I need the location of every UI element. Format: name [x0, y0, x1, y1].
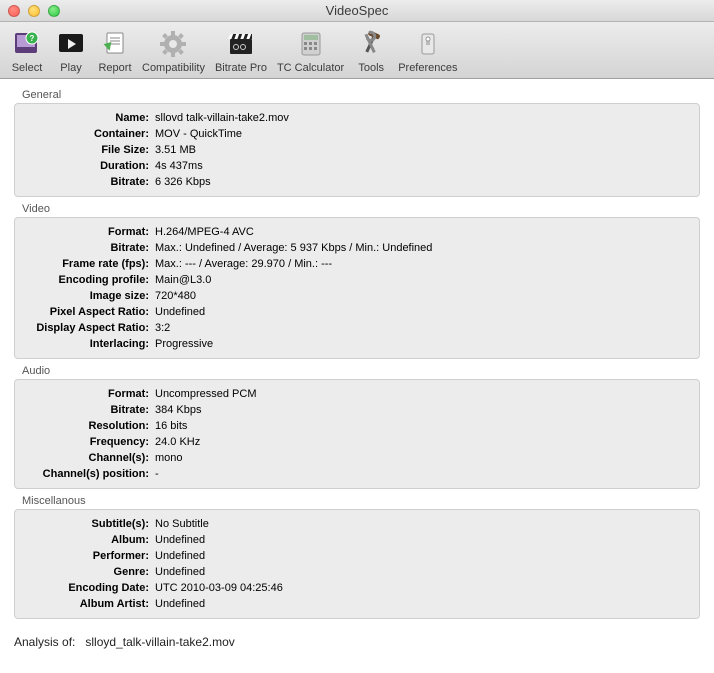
albumartist-label: Album Artist: — [21, 596, 155, 612]
status-bar: Analysis of: slloyd_talk-villain-take2.m… — [0, 625, 714, 659]
compatibility-label: Compatibility — [142, 62, 205, 74]
container-label: Container: — [21, 126, 155, 142]
album-label: Album: — [21, 532, 155, 548]
tools-label: Tools — [358, 62, 384, 74]
encdate-value: UTC 2010-03-09 04:25:46 — [155, 580, 283, 596]
play-button[interactable]: Play — [50, 26, 92, 76]
titlebar: VideoSpec — [0, 0, 714, 22]
frequency-label: Frequency: — [21, 434, 155, 450]
par-label: Pixel Aspect Ratio: — [21, 304, 155, 320]
calculator-icon — [295, 28, 327, 60]
subtitles-label: Subtitle(s): — [21, 516, 155, 532]
video-format-label: Format: — [21, 224, 155, 240]
general-heading: General — [22, 89, 700, 101]
misc-heading: Miscellanous — [22, 495, 700, 507]
dar-value: 3:2 — [155, 320, 170, 336]
clapper-icon — [225, 28, 257, 60]
performer-value: Undefined — [155, 548, 205, 564]
tools-icon — [355, 28, 387, 60]
video-format-value: H.264/MPEG-4 AVC — [155, 224, 254, 240]
play-label: Play — [60, 62, 81, 74]
zoom-icon[interactable] — [48, 5, 60, 17]
report-button[interactable]: Report — [94, 26, 136, 76]
encdate-label: Encoding Date: — [21, 580, 155, 596]
svg-text:?: ? — [30, 34, 35, 43]
compatibility-button[interactable]: Compatibility — [138, 26, 209, 76]
interlacing-value: Progressive — [155, 336, 213, 352]
channelpos-label: Channel(s) position: — [21, 466, 155, 482]
select-icon: ? — [11, 28, 43, 60]
report-label: Report — [98, 62, 131, 74]
name-value: sllovd talk-villain-take2.mov — [155, 110, 289, 126]
content-area: General Name:sllovd talk-villain-take2.m… — [0, 79, 714, 619]
filesize-label: File Size: — [21, 142, 155, 158]
video-heading: Video — [22, 203, 700, 215]
audio-bitrate-value: 384 Kbps — [155, 402, 201, 418]
frequency-value: 24.0 KHz — [155, 434, 200, 450]
tc-calculator-label: TC Calculator — [277, 62, 344, 74]
audio-bitrate-label: Bitrate: — [21, 402, 155, 418]
window-title: VideoSpec — [0, 3, 714, 18]
tools-button[interactable]: Tools — [350, 26, 392, 76]
toolbar: ? Select Play Report — [0, 22, 714, 79]
bitrate-label: Bitrate: — [21, 174, 155, 190]
play-icon — [55, 28, 87, 60]
imagesize-value: 720*480 — [155, 288, 196, 304]
audio-format-value: Uncompressed PCM — [155, 386, 256, 402]
profile-label: Encoding profile: — [21, 272, 155, 288]
analysis-filename: slloyd_talk-villain-take2.mov — [85, 635, 234, 649]
close-icon[interactable] — [8, 5, 20, 17]
gear-icon — [157, 28, 189, 60]
resolution-value: 16 bits — [155, 418, 187, 434]
audio-format-label: Format: — [21, 386, 155, 402]
performer-label: Performer: — [21, 548, 155, 564]
report-icon — [99, 28, 131, 60]
general-panel: Name:sllovd talk-villain-take2.mov Conta… — [14, 103, 700, 197]
albumartist-value: Undefined — [155, 596, 205, 612]
profile-value: Main@L3.0 — [155, 272, 211, 288]
switch-icon — [412, 28, 444, 60]
framerate-value: Max.: --- / Average: 29.970 / Min.: --- — [155, 256, 332, 272]
bitrate-pro-button[interactable]: Bitrate Pro — [211, 26, 271, 76]
filesize-value: 3.51 MB — [155, 142, 196, 158]
duration-value: 4s 437ms — [155, 158, 203, 174]
analysis-label: Analysis of: — [14, 635, 75, 649]
interlacing-label: Interlacing: — [21, 336, 155, 352]
video-bitrate-value: Max.: Undefined / Average: 5 937 Kbps / … — [155, 240, 432, 256]
audio-panel: Format:Uncompressed PCM Bitrate:384 Kbps… — [14, 379, 700, 489]
name-label: Name: — [21, 110, 155, 126]
par-value: Undefined — [155, 304, 205, 320]
channelpos-value: - — [155, 466, 159, 482]
audio-heading: Audio — [22, 365, 700, 377]
duration-label: Duration: — [21, 158, 155, 174]
imagesize-label: Image size: — [21, 288, 155, 304]
album-value: Undefined — [155, 532, 205, 548]
misc-panel: Subtitle(s):No Subtitle Album:Undefined … — [14, 509, 700, 619]
select-button[interactable]: ? Select — [6, 26, 48, 76]
container-value: MOV - QuickTime — [155, 126, 242, 142]
video-panel: Format:H.264/MPEG-4 AVC Bitrate:Max.: Un… — [14, 217, 700, 359]
channels-value: mono — [155, 450, 183, 466]
bitrate-value: 6 326 Kbps — [155, 174, 211, 190]
genre-value: Undefined — [155, 564, 205, 580]
select-label: Select — [12, 62, 43, 74]
minimize-icon[interactable] — [28, 5, 40, 17]
genre-label: Genre: — [21, 564, 155, 580]
bitrate-pro-label: Bitrate Pro — [215, 62, 267, 74]
window-controls — [0, 5, 60, 17]
preferences-button[interactable]: Preferences — [394, 26, 461, 76]
framerate-label: Frame rate (fps): — [21, 256, 155, 272]
tc-calculator-button[interactable]: TC Calculator — [273, 26, 348, 76]
preferences-label: Preferences — [398, 62, 457, 74]
resolution-label: Resolution: — [21, 418, 155, 434]
subtitles-value: No Subtitle — [155, 516, 209, 532]
dar-label: Display Aspect Ratio: — [21, 320, 155, 336]
video-bitrate-label: Bitrate: — [21, 240, 155, 256]
channels-label: Channel(s): — [21, 450, 155, 466]
